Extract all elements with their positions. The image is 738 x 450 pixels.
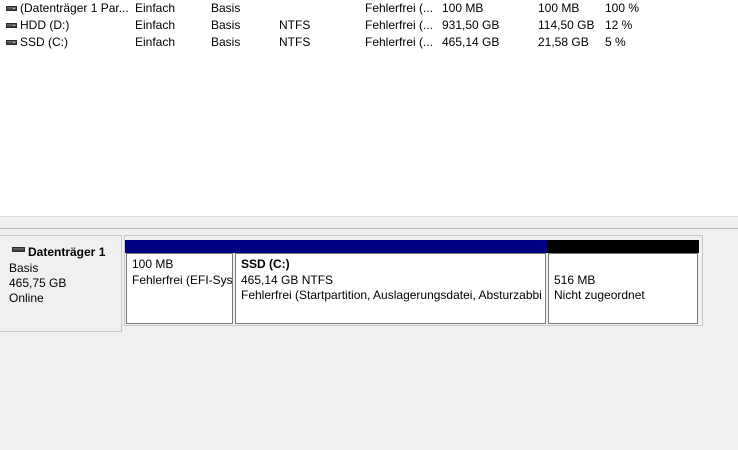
volume-capacity: 100 MB <box>442 1 484 15</box>
partition-status: Fehlerfrei (EFI-Sys <box>132 273 233 287</box>
volume-type: Basis <box>211 35 241 49</box>
volume-capacity: 931,50 GB <box>442 18 500 32</box>
volume-row[interactable]: HDD (D:) Einfach Basis NTFS Fehlerfrei (… <box>0 17 738 34</box>
partition-stripe <box>234 240 547 253</box>
volume-percent-free: 12 % <box>605 18 633 32</box>
volume-status: Fehlerfrei (... <box>365 1 434 15</box>
volume-name: SSD (C:) <box>20 35 68 49</box>
partition-status: Nicht zugeordnet <box>554 288 645 302</box>
partition-body: 100 MB Fehlerfrei (EFI-Sys <box>126 253 233 324</box>
volume-type: Basis <box>211 1 241 15</box>
volume-capacity: 465,14 GB <box>442 35 500 49</box>
disk-label[interactable]: Datenträger 1 Basis 465,75 GB Online <box>0 235 122 332</box>
partition-efi[interactable]: 100 MB Fehlerfrei (EFI-Sys <box>125 236 234 325</box>
volume-free: 114,50 GB <box>538 18 595 32</box>
volume-free: 21,58 GB <box>538 35 589 49</box>
partition-body: 516 MB Nicht zugeordnet <box>548 253 698 324</box>
partition-status: Fehlerfrei (Startpartition, Auslagerungs… <box>241 288 542 302</box>
partition-unallocated[interactable]: 516 MB Nicht zugeordnet <box>547 236 699 325</box>
partition-stripe <box>125 240 234 253</box>
drive-icon <box>6 6 17 11</box>
volume-name: HDD (D:) <box>20 18 70 32</box>
volume-list: (Datenträger 1 Par... Einfach Basis Fehl… <box>0 0 738 216</box>
drive-icon <box>6 40 17 45</box>
disk-name: Datenträger 1 <box>28 245 106 259</box>
volume-status: Fehlerfrei (... <box>365 35 434 49</box>
partition-body: SSD (C:) 465,14 GB NTFS Fehlerfrei (Star… <box>235 253 546 324</box>
volume-layout: Einfach <box>135 35 176 49</box>
volume-row[interactable]: SSD (C:) Einfach Basis NTFS Fehlerfrei (… <box>0 34 738 51</box>
volume-row[interactable]: (Datenträger 1 Par... Einfach Basis Fehl… <box>0 0 738 17</box>
disk-state: Online <box>9 291 44 305</box>
partition-bar: 100 MB Fehlerfrei (EFI-Sys SSD (C:) 465,… <box>124 235 703 326</box>
partition-size: 100 MB <box>132 257 174 271</box>
partition-title: SSD (C:) <box>241 257 290 271</box>
volume-type: Basis <box>211 18 241 32</box>
disk-management-window: (Datenträger 1 Par... Einfach Basis Fehl… <box>0 0 738 450</box>
partition-ssd-c[interactable]: SSD (C:) 465,14 GB NTFS Fehlerfrei (Star… <box>234 236 547 325</box>
volume-percent-free: 5 % <box>605 35 626 49</box>
disk-row: Datenträger 1 Basis 465,75 GB Online 100… <box>0 235 703 335</box>
disk-type: Basis <box>9 261 39 275</box>
volume-percent-free: 100 % <box>605 1 640 15</box>
partition-size: 516 MB <box>554 273 596 287</box>
disk-map: Datenträger 1 Basis 465,75 GB Online 100… <box>0 229 738 450</box>
volume-layout: Einfach <box>135 1 176 15</box>
volume-free: 100 MB <box>538 1 580 15</box>
partition-size: 465,14 GB NTFS <box>241 273 334 287</box>
pane-splitter[interactable] <box>0 216 738 229</box>
drive-icon <box>6 23 17 28</box>
volume-filesystem: NTFS <box>279 18 311 32</box>
volume-name: (Datenträger 1 Par... <box>20 1 128 15</box>
disk-icon <box>12 247 25 252</box>
volume-status: Fehlerfrei (... <box>365 18 434 32</box>
volume-filesystem: NTFS <box>279 35 311 49</box>
partition-stripe <box>547 240 699 253</box>
volume-layout: Einfach <box>135 18 176 32</box>
disk-size: 465,75 GB <box>9 276 67 290</box>
